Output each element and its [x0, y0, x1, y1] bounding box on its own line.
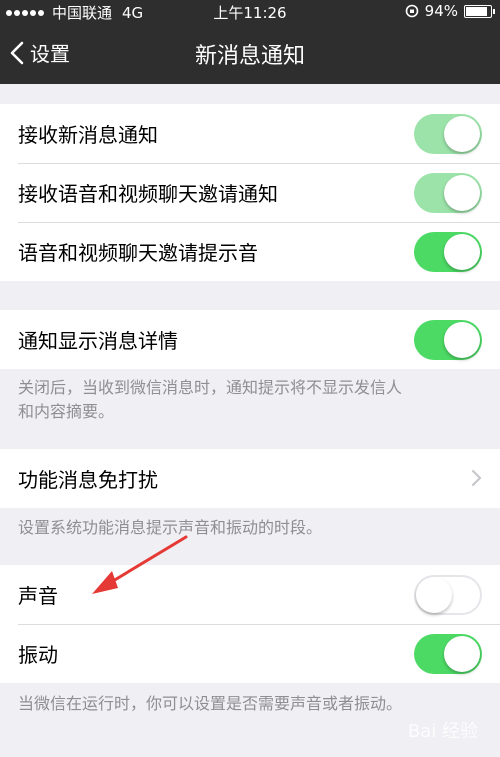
annotation-arrow	[92, 535, 188, 594]
watermark-logo: Bai 经验	[407, 721, 478, 742]
